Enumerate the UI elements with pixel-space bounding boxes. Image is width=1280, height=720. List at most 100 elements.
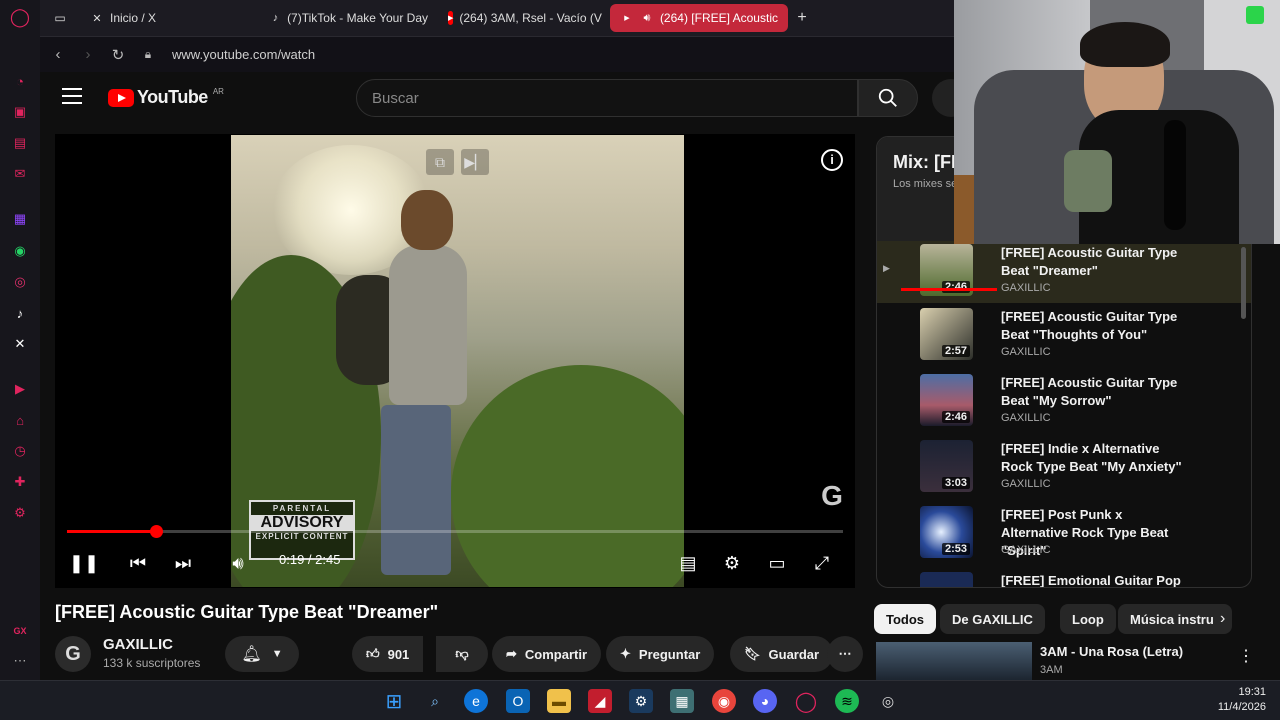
- progress-scrubber[interactable]: [150, 525, 164, 538]
- twitch-icon[interactable]: ▦: [11, 210, 29, 228]
- chevron-right-icon[interactable]: ›: [1220, 610, 1225, 628]
- settings-button[interactable]: ⚙: [717, 549, 747, 577]
- autoplay-next-icon[interactable]: ▶▏: [461, 149, 489, 175]
- playlist-item[interactable]: 3:03 [FREE] Indie x Alternative Rock Typ…: [877, 437, 1251, 499]
- channel-avatar[interactable]: G: [55, 636, 91, 672]
- x-icon[interactable]: ✕: [11, 335, 29, 353]
- progress-bar[interactable]: [67, 525, 843, 538]
- opera-sidebar: ◯ ◔ ▣ ▤ ✉ ▦ ◉ ◎ ♪ ✕ ▶ ⌂ ◷ ✚ ⚙ GX ⋯: [0, 0, 40, 680]
- chip-channel[interactable]: De GAXILLIC: [940, 604, 1045, 634]
- tab-menu-icon[interactable]: ▭: [40, 4, 80, 32]
- miniplayer-icon[interactable]: ⧉: [426, 149, 454, 175]
- video-thumbnail: 2:57: [920, 308, 973, 360]
- extensions-icon[interactable]: ✚: [11, 473, 29, 491]
- edge-icon[interactable]: e: [464, 689, 488, 713]
- channel-watermark-icon[interactable]: G: [817, 480, 847, 512]
- settings-icon[interactable]: ⚙: [11, 504, 29, 522]
- taskbar: ⊞ ⌕ e O ▬ ◢ ⚙ ▦ ◉ ◕ ◯ ≋ ◎ 19:31 11/4/202…: [0, 680, 1280, 720]
- chevron-down-icon: ▼: [271, 648, 283, 660]
- ask-button[interactable]: ✦ Preguntar: [606, 636, 715, 672]
- whatsapp-icon[interactable]: ◉: [11, 242, 29, 260]
- discord-icon[interactable]: ◕: [753, 689, 777, 713]
- recommended-video[interactable]: 3AM - Una Rosa (Letra) 3AM ⋮: [876, 642, 1254, 680]
- tab-tiktok[interactable]: ♪ (7)TikTok - Make Your Day: [260, 4, 438, 32]
- video-title: [FREE] Acoustic Guitar Type Beat "Dreame…: [55, 602, 439, 622]
- system-clock[interactable]: 19:31 11/4/2026: [1218, 685, 1266, 715]
- app-icon[interactable]: ▦: [670, 689, 694, 713]
- pause-button[interactable]: ❚❚: [69, 549, 99, 577]
- video-player[interactable]: PARENTAL ADVISORY EXPLICIT CONTENT ⧉ ▶▏ …: [55, 134, 855, 588]
- gx-icon[interactable]: GX: [11, 622, 29, 640]
- windows-start-icon[interactable]: ⊞: [382, 689, 406, 713]
- more-options-icon[interactable]: ⋮: [1238, 646, 1254, 666]
- video-frame: PARENTAL ADVISORY EXPLICIT CONTENT: [231, 135, 684, 587]
- instagram-icon[interactable]: ◎: [11, 273, 29, 291]
- thumbs-down-icon: 👎︎: [455, 646, 469, 661]
- steam-icon[interactable]: ⚙: [629, 689, 653, 713]
- playlist-item[interactable]: 2:57 [FREE] Acoustic Guitar Type Beat "T…: [877, 305, 1251, 367]
- pinboard-icon[interactable]: ⌂: [11, 411, 29, 429]
- amd-icon[interactable]: ◢: [588, 689, 612, 713]
- chip-loop[interactable]: Loop: [1060, 604, 1116, 634]
- shopping-icon[interactable]: ▣: [11, 103, 29, 121]
- video-thumbnail: [920, 572, 973, 587]
- opera-logo-icon[interactable]: ◯: [10, 7, 30, 27]
- youtube-play-icon: [108, 88, 134, 107]
- tab-x[interactable]: ✕ Inicio / X: [80, 4, 260, 32]
- recording-app-icon[interactable]: ◎: [876, 689, 900, 713]
- playlist-item[interactable]: 2:53 [FREE] Post Punk x Alternative Rock…: [877, 503, 1251, 565]
- reload-icon[interactable]: ↻: [106, 46, 130, 64]
- mail-icon[interactable]: ✉: [11, 165, 29, 183]
- player-icon[interactable]: ▶: [11, 380, 29, 398]
- channel-name[interactable]: GAXILLIC: [103, 636, 173, 653]
- lock-icon: 🔒︎: [144, 47, 152, 61]
- tab-youtube-3am[interactable]: ▶ (264) 3AM, Rsel - Vacío (V: [438, 4, 610, 32]
- opera-gx-icon[interactable]: ◯: [794, 689, 818, 713]
- subscription-bell-button[interactable]: 🔔︎ ▼: [225, 636, 299, 672]
- more-actions-button[interactable]: ⋯: [827, 636, 863, 672]
- dislike-button[interactable]: 👎︎: [436, 636, 488, 672]
- save-button[interactable]: 🔖︎ Guardar: [730, 636, 834, 672]
- forward-icon[interactable]: ›: [76, 46, 100, 63]
- more-icon[interactable]: ⋯: [11, 652, 29, 670]
- tab-youtube-active[interactable]: ▶ 🔊︎ (264) [FREE] Acoustic: [610, 4, 788, 32]
- playlist-item[interactable]: 2:46 [FREE] Acoustic Guitar Type Beat "M…: [877, 371, 1251, 433]
- channel-row: G GAXILLIC 133 k suscriptores 🔔︎ ▼ 👍︎ 90…: [55, 634, 863, 674]
- new-tab-button[interactable]: +: [788, 4, 816, 32]
- chrome-icon[interactable]: ◉: [712, 689, 736, 713]
- subtitles-button[interactable]: ▤: [673, 549, 703, 577]
- url-field[interactable]: www.youtube.com/watch: [172, 47, 315, 62]
- youtube-logo[interactable]: YouTube AR: [108, 87, 224, 108]
- subscriber-count: 133 k suscriptores: [103, 656, 201, 670]
- menu-icon[interactable]: [62, 88, 82, 104]
- history-icon[interactable]: ◷: [11, 442, 29, 460]
- theater-mode-button[interactable]: ▭: [762, 549, 792, 577]
- file-explorer-icon[interactable]: ▬: [547, 689, 571, 713]
- spotify-icon[interactable]: ≋: [835, 689, 859, 713]
- outlook-icon[interactable]: O: [506, 689, 530, 713]
- fullscreen-button[interactable]: ⤢: [807, 549, 837, 577]
- watch-progress: [901, 288, 997, 291]
- playlist-scrollbar[interactable]: [1241, 247, 1246, 319]
- chip-all[interactable]: Todos: [874, 604, 937, 634]
- bell-icon: 🔔︎: [241, 646, 262, 663]
- like-button[interactable]: 👍︎ 901: [352, 636, 424, 672]
- next-button[interactable]: ⏭︎: [168, 549, 198, 577]
- x-logo-icon: ✕: [92, 12, 102, 25]
- tiktok-icon[interactable]: ♪: [11, 304, 29, 322]
- share-icon: ➦: [506, 646, 517, 661]
- games-icon[interactable]: ▤: [11, 134, 29, 152]
- info-icon[interactable]: i: [821, 149, 843, 171]
- aria-icon[interactable]: ◔: [11, 72, 29, 90]
- playlist-item[interactable]: ▶ 2:46 [FREE] Acoustic Guitar Type Beat …: [877, 241, 1251, 303]
- share-button[interactable]: ➦ Compartir: [492, 636, 602, 672]
- search-icon[interactable]: ⌕: [423, 689, 447, 713]
- previous-button[interactable]: ⏮︎: [123, 549, 153, 577]
- tiktok-icon: ♪: [272, 12, 279, 24]
- search-button[interactable]: [858, 79, 918, 117]
- chip-music[interactable]: Música instru: [1118, 604, 1232, 634]
- playlist-item[interactable]: [FREE] Emotional Guitar Pop: [877, 569, 1251, 587]
- search-input[interactable]: Buscar: [356, 79, 858, 117]
- back-icon[interactable]: ‹: [46, 46, 70, 63]
- volume-button[interactable]: 🔊︎: [221, 549, 255, 577]
